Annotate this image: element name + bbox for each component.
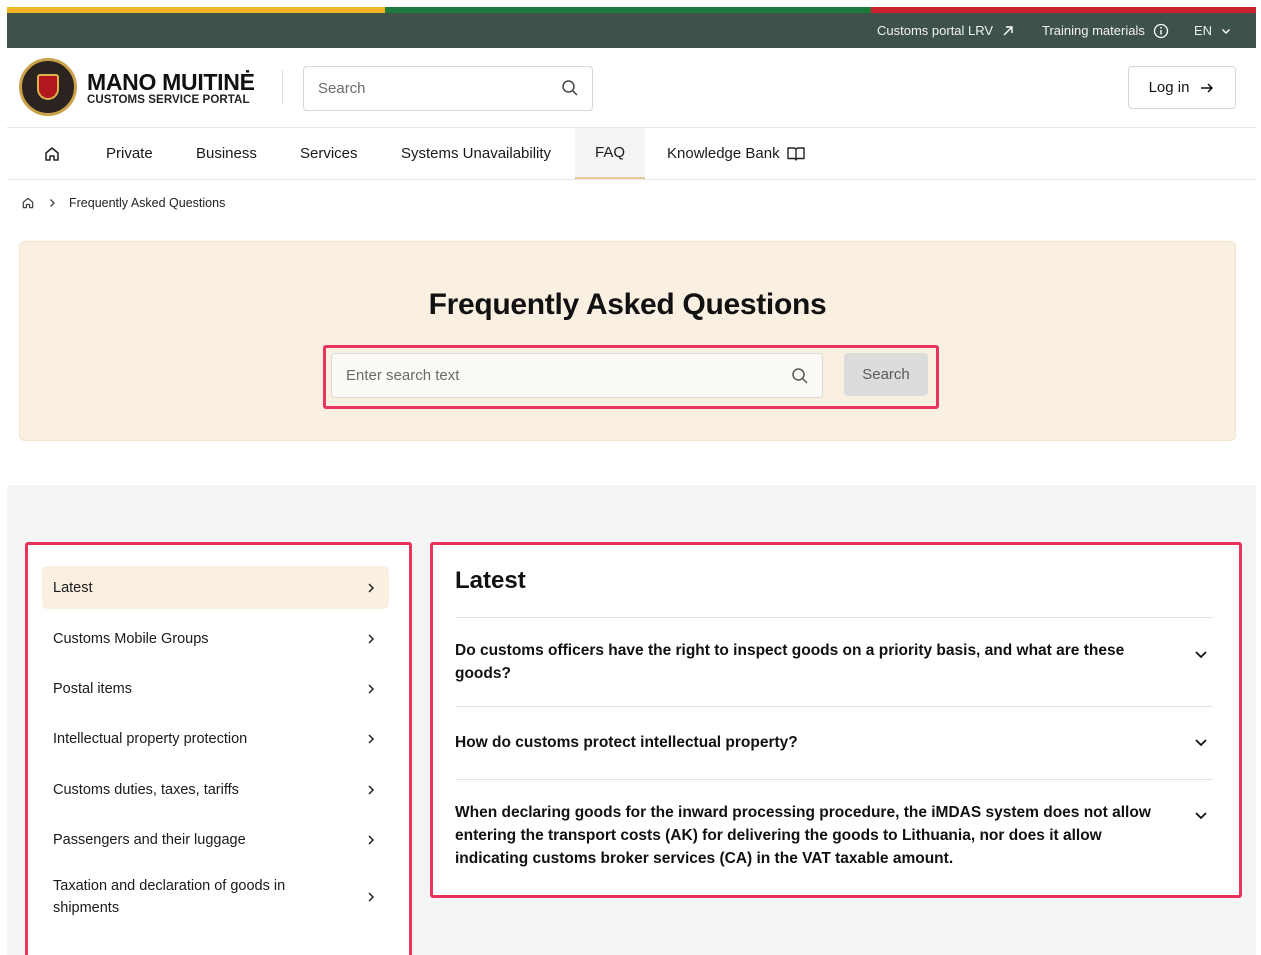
chevron-right-icon <box>368 784 375 795</box>
login-button[interactable]: Log in <box>1128 66 1236 109</box>
training-materials-label: Training materials <box>1042 23 1145 38</box>
customs-portal-link[interactable]: Customs portal LRV <box>877 13 1015 48</box>
sidebar-item-intellectual-property[interactable]: Intellectual property protection <box>42 717 389 760</box>
home-icon[interactable] <box>21 196 35 210</box>
chevron-down-icon <box>1222 28 1231 34</box>
faq-body: Latest Customs Mobile Groups Postal item… <box>7 485 1256 955</box>
site-header: MANO MUITINĖ CUSTOMS SERVICE PORTAL Log … <box>7 48 1256 128</box>
logo-title[interactable]: MANO MUITINĖ <box>87 70 255 94</box>
arrow-right-icon <box>1201 82 1214 93</box>
nav-faq[interactable]: FAQ <box>575 128 645 179</box>
breadcrumb-current: Frequently Asked Questions <box>69 196 226 210</box>
chevron-down-icon[interactable] <box>1193 734 1209 750</box>
sidebar-item-latest[interactable]: Latest <box>42 566 389 609</box>
faq-category-sidebar: Latest Customs Mobile Groups Postal item… <box>25 542 412 955</box>
faq-question-text: Do customs officers have the right to in… <box>455 642 1125 682</box>
chevron-right-icon <box>368 892 375 902</box>
emblem-shield <box>37 74 59 100</box>
header-search-input[interactable] <box>304 67 554 110</box>
sidebar-item-passengers-luggage[interactable]: Passengers and their luggage <box>42 818 389 861</box>
logo-subtitle: CUSTOMS SERVICE PORTAL <box>87 94 250 106</box>
faq-question-row[interactable]: When declaring goods for the inward proc… <box>455 779 1213 889</box>
nav-private[interactable]: Private <box>106 128 153 179</box>
sidebar-item-label: Intellectual property protection <box>53 730 248 747</box>
sidebar-item-label: Customs Mobile Groups <box>53 630 209 647</box>
chevron-right-icon <box>368 834 375 845</box>
search-icon[interactable] <box>790 366 810 386</box>
page-title: Frequently Asked Questions <box>428 288 827 321</box>
training-materials-link[interactable]: Training materials <box>1042 13 1169 48</box>
nav-systems-unavailability[interactable]: Systems Unavailability <box>401 128 551 179</box>
chevron-right-icon <box>50 199 55 207</box>
external-arrow-icon <box>1003 25 1013 35</box>
page: Customs portal LRV Training materials EN… <box>7 0 1256 955</box>
book-icon <box>786 146 805 161</box>
faq-question-text: When declaring goods for the inward proc… <box>455 804 1151 867</box>
faq-search-button[interactable]: Search <box>844 353 928 396</box>
sidebar-item-label: Latest <box>53 579 93 596</box>
chevron-right-icon <box>368 582 375 593</box>
chevron-right-icon <box>368 733 375 744</box>
sidebar-item-label: Customs duties, taxes, tariffs <box>53 781 239 798</box>
sidebar-item-label: Taxation and declaration of goods in shi… <box>53 878 286 916</box>
chevron-right-icon <box>368 633 375 644</box>
nav-home[interactable] <box>43 128 61 179</box>
info-icon <box>1153 23 1168 38</box>
faq-question-text: How do customs protect intellectual prop… <box>455 734 798 751</box>
chevron-down-icon[interactable] <box>1193 807 1209 823</box>
chevron-down-icon[interactable] <box>1193 646 1209 662</box>
nav-business[interactable]: Business <box>196 128 257 179</box>
language-selector[interactable]: EN <box>1194 13 1232 48</box>
utility-bar: Customs portal LRV Training materials EN <box>7 13 1256 48</box>
faq-search-input[interactable] <box>332 354 782 397</box>
faq-search-field <box>331 353 823 398</box>
faq-question-row[interactable]: How do customs protect intellectual prop… <box>455 706 1213 779</box>
faq-question-row[interactable]: Do customs officers have the right to in… <box>455 617 1213 707</box>
nav-knowledge-bank-label: Knowledge Bank <box>667 145 780 162</box>
main-nav: Private Business Services Systems Unavai… <box>7 128 1256 180</box>
sidebar-item-taxation-shipments[interactable]: Taxation and declaration of goods in shi… <box>42 868 389 926</box>
search-icon[interactable] <box>560 78 580 98</box>
breadcrumb: Frequently Asked Questions <box>21 194 225 212</box>
sidebar-item-label: Passengers and their luggage <box>53 831 246 848</box>
header-divider <box>282 70 283 104</box>
sidebar-item-customs-mobile-groups[interactable]: Customs Mobile Groups <box>42 617 389 660</box>
sidebar-item-label: Postal items <box>53 680 132 697</box>
header-search <box>303 66 593 111</box>
customs-portal-label: Customs portal LRV <box>877 23 994 38</box>
faq-search-area: Search <box>323 345 939 409</box>
faq-content-panel: Latest Do customs officers have the righ… <box>430 542 1242 898</box>
sidebar-item-postal-items[interactable]: Postal items <box>42 667 389 710</box>
faq-hero: Frequently Asked Questions Search <box>19 241 1236 441</box>
chevron-right-icon <box>368 683 375 694</box>
home-icon <box>45 146 59 161</box>
sidebar-item-customs-duties[interactable]: Customs duties, taxes, tariffs <box>42 768 389 811</box>
nav-knowledge-bank[interactable]: Knowledge Bank <box>667 128 806 179</box>
customs-emblem-logo[interactable] <box>19 58 77 116</box>
nav-services[interactable]: Services <box>300 128 358 179</box>
section-title: Latest <box>455 567 526 594</box>
login-label: Log in <box>1148 79 1190 96</box>
language-label: EN <box>1194 23 1213 38</box>
